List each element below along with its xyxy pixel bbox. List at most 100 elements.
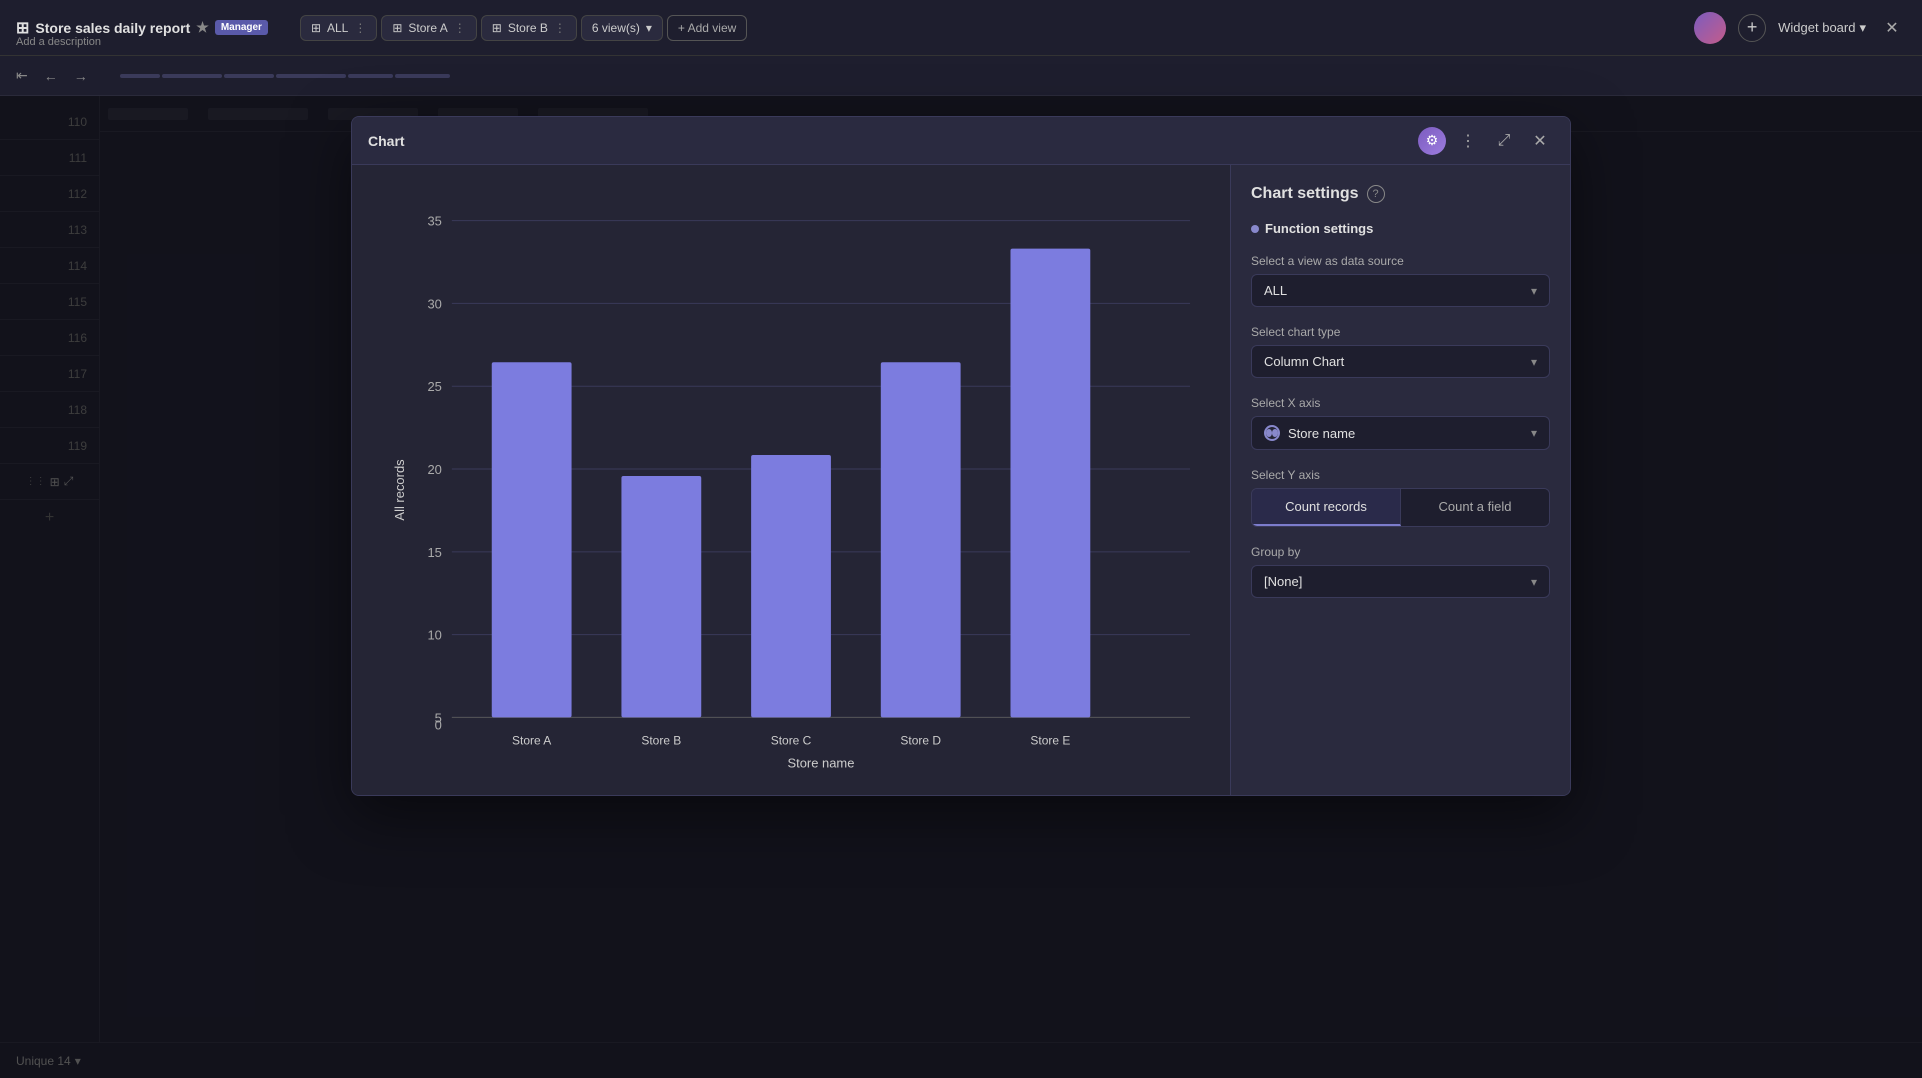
y-axis-section: Select Y axis Count records Count a fiel… xyxy=(1251,468,1550,527)
bar-store-e xyxy=(1010,249,1090,718)
svg-text:15: 15 xyxy=(427,545,441,560)
label-store-b: Store B xyxy=(641,733,681,747)
chart-container: 35 30 25 20 15 10 5 0 All xyxy=(392,185,1210,775)
group-by-arrow: ▾ xyxy=(1531,575,1537,589)
count-records-button[interactable]: Count records xyxy=(1252,489,1401,526)
tab-store-b-label: Store B xyxy=(508,21,548,35)
widget-board-label: Widget board xyxy=(1778,20,1855,35)
function-settings-section: Function settings xyxy=(1251,221,1550,236)
x-axis-dropdown[interactable]: Store name ▾ xyxy=(1251,416,1550,450)
svg-text:All records: All records xyxy=(392,459,407,521)
top-close-button[interactable]: ✕ xyxy=(1878,14,1906,42)
top-right-actions: + Widget board ▾ ✕ xyxy=(1694,12,1906,44)
chart-type-section: Select chart type Column Chart ▾ xyxy=(1251,325,1550,378)
chart-modal-header: Chart ⚙ ⋮ ⤢ ✕ xyxy=(352,117,1570,165)
label-store-d: Store D xyxy=(900,733,941,747)
add-view-label: + Add view xyxy=(678,21,736,35)
count-field-button[interactable]: Count a field xyxy=(1401,489,1549,526)
app-title-group: ⊞ Store sales daily report ★ Manager xyxy=(16,18,268,38)
app-icon: ⊞ xyxy=(16,18,29,38)
data-source-dropdown[interactable]: ALL ▾ xyxy=(1251,274,1550,307)
views-label: 6 view(s) xyxy=(592,21,640,35)
tab-store-a-more[interactable]: ⋮ xyxy=(454,21,466,35)
tab-group: ⊞ ALL ⋮ ⊞ Store A ⋮ ⊞ Store B ⋮ 6 view(s… xyxy=(300,15,747,41)
svg-text:20: 20 xyxy=(427,462,441,477)
svg-text:35: 35 xyxy=(427,214,441,229)
modal-header-actions: ⚙ ⋮ ⤢ ✕ xyxy=(1418,127,1554,155)
x-axis-label-text: Select X axis xyxy=(1251,396,1550,410)
bullet-dot-icon xyxy=(1251,225,1259,233)
tab-store-b-more[interactable]: ⋮ xyxy=(554,21,566,35)
x-axis-arrow: ▾ xyxy=(1531,426,1537,440)
top-bar-desc[interactable]: Add a description xyxy=(16,36,101,48)
data-source-label: Select a view as data source xyxy=(1251,254,1550,268)
modal-overlay: Chart ⚙ ⋮ ⤢ ✕ xyxy=(0,96,1922,1078)
bar-store-c xyxy=(751,455,831,717)
user-avatar[interactable] xyxy=(1694,12,1726,44)
data-source-section: Select a view as data source ALL ▾ xyxy=(1251,254,1550,307)
settings-panel: Chart settings ? Function settings Selec… xyxy=(1230,165,1570,795)
manager-badge: Manager xyxy=(215,20,268,35)
views-arrow: ▾ xyxy=(646,21,652,35)
data-source-value: ALL xyxy=(1264,283,1287,298)
add-button[interactable]: + xyxy=(1738,14,1766,42)
data-source-arrow: ▾ xyxy=(1531,284,1537,298)
label-store-e: Store E xyxy=(1030,733,1070,747)
star-icon[interactable]: ★ xyxy=(196,19,209,36)
group-by-value: [None] xyxy=(1264,574,1302,589)
svg-text:10: 10 xyxy=(427,628,441,643)
chart-modal-title: Chart xyxy=(368,133,1408,149)
bar-store-d xyxy=(881,362,961,717)
svg-text:30: 30 xyxy=(427,296,441,311)
tab-all-more[interactable]: ⋮ xyxy=(354,21,366,35)
widget-board-arrow: ▾ xyxy=(1859,20,1866,36)
function-settings-title: Function settings xyxy=(1251,221,1550,236)
modal-more-button[interactable]: ⋮ xyxy=(1454,127,1482,155)
chart-type-arrow: ▾ xyxy=(1531,355,1537,369)
add-view-button[interactable]: + Add view xyxy=(667,15,747,41)
views-button[interactable]: 6 view(s) ▾ xyxy=(581,15,663,41)
tab-store-a-label: Store A xyxy=(408,21,447,35)
chart-svg: 35 30 25 20 15 10 5 0 All xyxy=(392,185,1210,775)
app-title: Store sales daily report xyxy=(35,20,190,36)
chart-type-label: Select chart type xyxy=(1251,325,1550,339)
group-by-dropdown[interactable]: [None] ▾ xyxy=(1251,565,1550,598)
svg-text:25: 25 xyxy=(427,379,441,394)
chart-type-dropdown[interactable]: Column Chart ▾ xyxy=(1251,345,1550,378)
tab-store-b-icon: ⊞ xyxy=(492,21,502,35)
x-axis-section: Select X axis Store name ▾ xyxy=(1251,396,1550,450)
tab-store-b[interactable]: ⊞ Store B ⋮ xyxy=(481,15,577,41)
x-axis-radio-icon xyxy=(1264,425,1280,441)
modal-close-button[interactable]: ✕ xyxy=(1526,127,1554,155)
tab-all-icon: ⊞ xyxy=(311,21,321,35)
settings-title: Chart settings xyxy=(1251,185,1359,203)
label-store-c: Store C xyxy=(771,733,812,747)
svg-text:0: 0 xyxy=(435,717,442,732)
tab-store-a-icon: ⊞ xyxy=(392,21,402,35)
bar-store-a xyxy=(492,362,572,717)
x-axis-value: Store name xyxy=(1288,426,1355,441)
group-by-label: Group by xyxy=(1251,545,1550,559)
tab-all[interactable]: ⊞ ALL ⋮ xyxy=(300,15,377,41)
top-bar: ⊞ Store sales daily report ★ Manager Add… xyxy=(0,0,1922,56)
y-axis-buttons: Count records Count a field xyxy=(1251,488,1550,527)
group-by-section: Group by [None] ▾ xyxy=(1251,545,1550,598)
x-axis-label: Store name xyxy=(787,755,854,770)
second-bar: ⇤ ← → xyxy=(0,56,1922,96)
nav-forward-icon[interactable]: → xyxy=(74,68,88,84)
modal-expand-button[interactable]: ⤢ xyxy=(1490,127,1518,155)
help-icon[interactable]: ? xyxy=(1367,185,1385,203)
tab-store-a[interactable]: ⊞ Store A ⋮ xyxy=(381,15,476,41)
chart-area: 35 30 25 20 15 10 5 0 All xyxy=(352,165,1230,795)
y-axis-label-text: Select Y axis xyxy=(1251,468,1550,482)
chart-modal-body: 35 30 25 20 15 10 5 0 All xyxy=(352,165,1570,795)
nav-home-icon[interactable]: ⇤ xyxy=(16,67,28,84)
main-area: 110 111 112 113 114 115 116 117 118 119 … xyxy=(0,96,1922,1078)
nav-back-icon[interactable]: ← xyxy=(44,68,58,84)
tab-all-label: ALL xyxy=(327,21,348,35)
label-store-a: Store A xyxy=(512,733,551,747)
chart-type-value: Column Chart xyxy=(1264,354,1344,369)
settings-circle-icon[interactable]: ⚙ xyxy=(1418,127,1446,155)
widget-board-button[interactable]: Widget board ▾ xyxy=(1778,20,1866,36)
chart-modal: Chart ⚙ ⋮ ⤢ ✕ xyxy=(351,116,1571,796)
